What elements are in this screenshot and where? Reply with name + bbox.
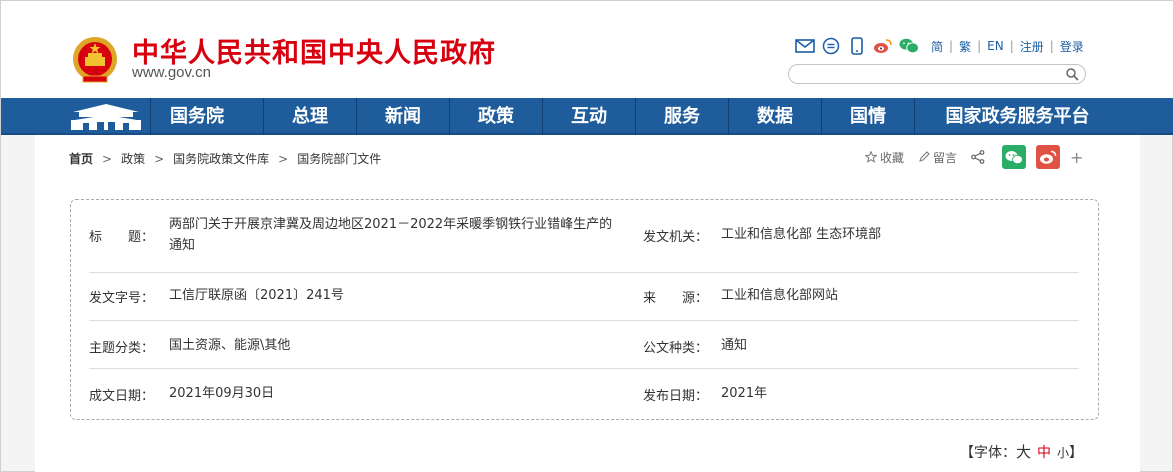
font-size-medium-button[interactable]: 中 (1037, 445, 1051, 461)
written-date-value: 2021年09月30日 (169, 386, 275, 401)
issuer-label: 发文机关： (643, 230, 709, 245)
nav-item-services[interactable]: 服务 (635, 98, 728, 135)
info-row-dates: 成文日期： 2021年09月30日 发布日期： 2021年 (89, 383, 1079, 407)
breadcrumb-home[interactable]: 首页 (69, 150, 93, 167)
nav-item-news[interactable]: 新闻 (356, 98, 449, 135)
site-header: 中华人民共和国中央人民政府 www.gov.cn 简 | 繁 | EN | 注册… (1, 1, 1173, 98)
breadcrumb-policy[interactable]: 政策 (121, 150, 145, 167)
login-link[interactable]: 登录 (1054, 38, 1090, 55)
title-value: 两部门关于开展京津冀及周边地区2021－2022年采暖季钢铁行业错峰生产的 通知 (169, 214, 639, 256)
national-emblem-icon[interactable] (71, 35, 119, 85)
publish-date-label: 发布日期： (643, 389, 709, 404)
share-weibo-button[interactable] (1036, 145, 1061, 169)
type-value: 通知 (721, 338, 748, 353)
title-value-line2: 通知 (169, 238, 196, 253)
publish-date-value: 2021年 (721, 386, 768, 401)
nav-item-data[interactable]: 数据 (728, 98, 821, 135)
tiananmen-icon[interactable] (63, 100, 149, 133)
search-input[interactable] (788, 64, 1086, 84)
font-size-suffix: 】 (1069, 445, 1084, 461)
nav-item-interaction[interactable]: 互动 (542, 98, 635, 135)
star-icon (865, 151, 877, 163)
chevron-right-icon: > (154, 151, 165, 166)
chevron-right-icon: > (278, 151, 289, 166)
breadcrumb: 首页 > 政策 > 国务院政策文件库 > 国务院部门文件 (69, 150, 381, 167)
row-divider (89, 272, 1079, 273)
topic-label: 主题分类： (89, 341, 155, 356)
wechat-icon[interactable] (899, 37, 919, 55)
title-label: 标 题： (89, 230, 155, 245)
pencil-icon (919, 151, 930, 162)
source-label: 来 源： (643, 291, 709, 306)
written-date-label: 成文日期： (89, 389, 155, 404)
docno-value: 工信厅联原函〔2021〕241号 (169, 288, 344, 303)
breadcrumb-policy-library[interactable]: 国务院政策文件库 (173, 150, 269, 167)
share-wechat-button[interactable] (1002, 145, 1027, 169)
nav-item-gov-service-platform[interactable]: 国家政务服务平台 (914, 98, 1120, 135)
lang-simplified-link[interactable]: 简 (925, 38, 949, 55)
content-panel: 首页 > 政策 > 国务院政策文件库 > 国务院部门文件 收藏 留言 + 标 题… (35, 135, 1140, 472)
plus-icon[interactable]: + (1070, 148, 1083, 167)
favorite-button[interactable]: 收藏 (865, 149, 904, 166)
topic-value: 国土资源、能源\其他 (169, 338, 291, 353)
share-button[interactable] (971, 150, 988, 164)
font-size-prefix: 【字体： (960, 445, 1016, 461)
nav-item-policy[interactable]: 政策 (449, 98, 542, 135)
source-value: 工业和信息化部网站 (721, 288, 839, 303)
article-actions: 收藏 留言 + (865, 145, 1083, 169)
font-size-small-button[interactable]: 小 (1057, 446, 1069, 460)
comment-label: 留言 (933, 150, 958, 165)
search-icon[interactable] (1065, 67, 1079, 81)
info-row-title: 标 题： 两部门关于开展京津冀及周边地区2021－2022年采暖季钢铁行业错峰生… (89, 212, 1079, 262)
site-url[interactable]: www.gov.cn (132, 64, 211, 81)
nav-item-premier[interactable]: 总理 (263, 98, 356, 135)
nav-item-national-profile[interactable]: 国情 (821, 98, 914, 135)
top-tools: 简 | 繁 | EN | 注册 | 登录 (795, 36, 1090, 56)
breadcrumb-dept-documents[interactable]: 国务院部门文件 (297, 150, 381, 167)
nav-item-state-council[interactable]: 国务院 (150, 98, 243, 135)
font-size-large-button[interactable]: 大 (1016, 443, 1031, 461)
mobile-icon[interactable] (847, 37, 867, 55)
main-nav: 国务院 总理 新闻 政策 互动 服务 数据 国情 国家政务服务平台 (1, 98, 1173, 135)
register-link[interactable]: 注册 (1014, 38, 1050, 55)
message-icon[interactable] (821, 37, 841, 55)
type-label: 公文种类： (643, 341, 709, 356)
weibo-icon (1040, 150, 1057, 164)
issuer-value: 工业和信息化部 生态环境部 (721, 227, 882, 242)
title-value-line1: 两部门关于开展京津冀及周边地区2021－2022年采暖季钢铁行业错峰生产的 (169, 217, 613, 232)
mail-icon[interactable] (795, 37, 815, 55)
lang-english-link[interactable]: EN (981, 39, 1010, 53)
info-row-docno: 发文字号： 工信厅联原函〔2021〕241号 来 源： 工业和信息化部网站 (89, 285, 1079, 309)
favorite-label: 收藏 (880, 150, 905, 165)
chevron-right-icon: > (102, 151, 113, 166)
lang-traditional-link[interactable]: 繁 (953, 38, 977, 55)
document-info-box: 标 题： 两部门关于开展京津冀及周边地区2021－2022年采暖季钢铁行业错峰生… (70, 199, 1099, 420)
docno-label: 发文字号： (89, 291, 155, 306)
row-divider (89, 320, 1079, 321)
weibo-icon[interactable] (873, 37, 893, 55)
info-row-topic: 主题分类： 国土资源、能源\其他 公文种类： 通知 (89, 335, 1079, 359)
wechat-icon (1005, 150, 1023, 164)
comment-button[interactable]: 留言 (918, 149, 957, 166)
share-icon (971, 150, 985, 164)
row-divider (89, 368, 1079, 369)
font-size-switcher: 【字体：大中小】 (960, 441, 1083, 462)
